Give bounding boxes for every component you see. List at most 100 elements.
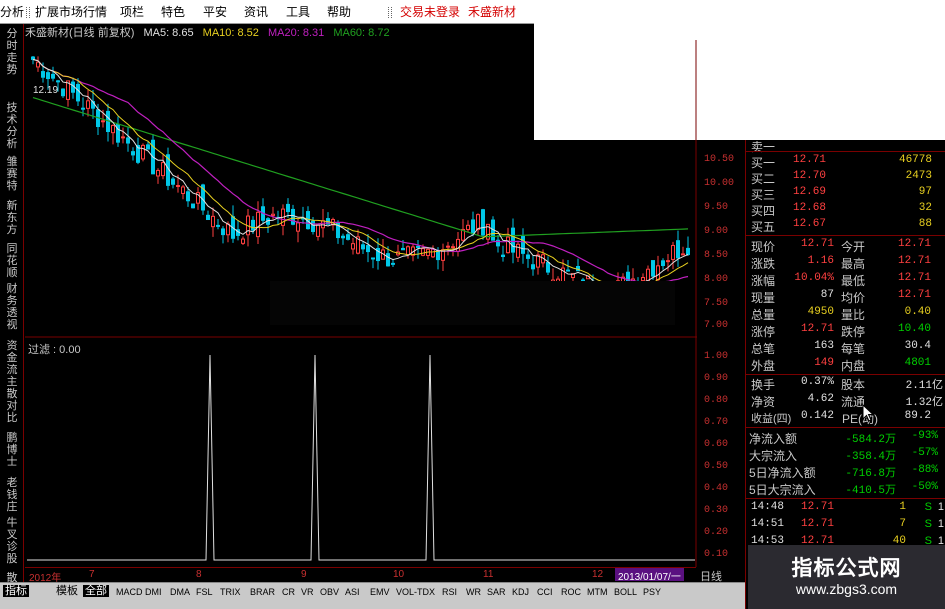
candle-body [86, 100, 90, 109]
indicator-axis-label: 0.90 [704, 373, 729, 384]
candle-body [121, 136, 125, 139]
flow-label: 5日大宗流入 [749, 483, 816, 497]
bid-label: 买四 [751, 204, 776, 218]
fund-row: 收益(四) 0.142 PE(动) 89.2 [746, 410, 945, 426]
tab-fundflow[interactable]: 资金流 [3, 340, 21, 376]
tab-vol-tdx[interactable]: VOL-TDX [396, 586, 435, 598]
tab-timeshare[interactable]: 分时走势 [3, 28, 21, 76]
tab-trix[interactable]: TRIX [220, 586, 241, 598]
stat-label: 现价 [751, 240, 776, 254]
candle-body [451, 246, 455, 249]
tab-obv[interactable]: OBV [320, 586, 339, 598]
left-tab-strip: 分时走势 技术分析 雏赛特 新东方 同花顺 财务透视 资金流 主散对比 鹏博士 … [0, 24, 24, 609]
menu-item-help[interactable]: 帮助 [327, 5, 351, 19]
tab-sar[interactable]: SAR [487, 586, 506, 598]
tab-technical[interactable]: 技术分析 [3, 102, 21, 150]
bid-price: 12.68 [792, 202, 826, 214]
candle-body [446, 245, 450, 248]
date-label: 11 [483, 569, 494, 580]
menu-item-ext-market[interactable]: 扩展市场行情 [35, 5, 107, 19]
tab-brar[interactable]: BRAR [250, 586, 275, 598]
tab-custom-1[interactable]: 雏赛特 [3, 156, 21, 192]
ma10-legend: MA10: 8.52 [202, 27, 259, 39]
menu-item-pingan[interactable]: 平安 [203, 5, 227, 19]
price-axis-label: 8.00 [704, 274, 729, 285]
flow-label: 5日净流入额 [749, 466, 816, 480]
candle-body [656, 265, 660, 281]
menu-item-analysis[interactable]: 分析 [0, 5, 24, 19]
tab-wr[interactable]: WR [466, 586, 481, 598]
candle-body [101, 120, 105, 123]
tab-all[interactable]: 全部 [83, 585, 109, 597]
candle-body [226, 223, 230, 236]
candle-body [466, 224, 470, 231]
stat-label: 最低 [841, 274, 866, 288]
menu-item-tools[interactable]: 工具 [286, 5, 310, 19]
stock-name-link[interactable]: 禾盛新材 [468, 5, 516, 19]
candle-body [206, 214, 210, 221]
stat-value: 10.40 [897, 323, 931, 335]
fund-label: 换手 [751, 378, 776, 392]
tab-asi[interactable]: ASI [345, 586, 360, 598]
tab-boll[interactable]: BOLL [614, 586, 637, 598]
tab-macd[interactable]: MACD [116, 586, 143, 598]
tab-dmi[interactable]: DMI [145, 586, 162, 598]
tab-compare[interactable]: 主散对比 [3, 376, 21, 424]
ma60-legend: MA60: 8.72 [333, 27, 390, 39]
tab-template[interactable]: 模板 [56, 585, 78, 597]
tab-diagnosis[interactable]: 牛叉诊股 [3, 517, 21, 565]
tab-custom-4[interactable]: 老钱庄 [3, 477, 21, 513]
tab-vr[interactable]: VR [301, 586, 314, 598]
stat-label: 最高 [841, 257, 866, 271]
tab-emv[interactable]: EMV [370, 586, 390, 598]
bid-volume: 46778 [898, 154, 932, 166]
menu-bar: 分析 扩展市场行情 项栏 特色 平安 资讯 工具 帮助 交易未登录 禾盛新材 [0, 0, 534, 24]
candle-body [566, 269, 570, 272]
candle-body [216, 224, 220, 227]
stat-value: 30.4 [904, 340, 931, 352]
tab-finance[interactable]: 财务透视 [3, 283, 21, 331]
toolbar-grip [388, 7, 392, 18]
tick-time: 14:51 [751, 518, 785, 530]
tab-kdj[interactable]: KDJ [512, 586, 529, 598]
tab-custom-2[interactable]: 新东方 [3, 200, 21, 236]
tick-row: 14:48 12.71 1 S 1 [746, 501, 945, 517]
menu-item-column[interactable]: 项栏 [120, 5, 144, 19]
bid-volume: 32 [918, 202, 932, 214]
menu-item-featured[interactable]: 特色 [161, 5, 185, 19]
tab-cci[interactable]: CCI [537, 586, 553, 598]
tab-rsi[interactable]: RSI [442, 586, 457, 598]
stat-label: 量比 [841, 308, 866, 322]
fund-label: 收益(四) [751, 413, 792, 425]
indicator-axis-label: 0.30 [704, 505, 729, 516]
price-axis-label: 10.50 [704, 154, 735, 165]
tab-custom-3[interactable]: 鹏博士 [3, 432, 21, 468]
candle-body [131, 151, 135, 156]
flow-row: 大宗流入 -358.4万 -57% [746, 447, 945, 463]
indicator-axis-label: 0.70 [704, 417, 729, 428]
tab-ths[interactable]: 同花顺 [3, 243, 21, 279]
tab-indicator[interactable]: 指标 [3, 585, 29, 597]
trade-login-status[interactable]: 交易未登录 [400, 5, 460, 19]
tab-mtm[interactable]: MTM [587, 586, 608, 598]
divider [746, 151, 945, 152]
stat-value: 149 [814, 357, 834, 369]
tick-count: 1 [937, 501, 944, 513]
date-label: 7 [89, 569, 95, 580]
candle-body [221, 228, 225, 236]
tick-volume: 1 [899, 501, 906, 513]
tab-roc[interactable]: ROC [561, 586, 581, 598]
candle-body [126, 137, 130, 144]
menu-item-news[interactable]: 资讯 [244, 5, 268, 19]
tab-dma[interactable]: DMA [170, 586, 190, 598]
tab-psy[interactable]: PSY [643, 586, 661, 598]
tick-row: 14:51 12.71 7 S 1 [746, 518, 945, 534]
tick-volume: 7 [899, 518, 906, 530]
flow-percent: -57% [911, 447, 938, 459]
bid-row: 买五 12.67 88 [746, 218, 945, 234]
tab-cr[interactable]: CR [282, 586, 295, 598]
bid-price: 12.70 [792, 170, 826, 182]
flow-value: -358.4万 [845, 451, 896, 463]
bid-label: 买一 [751, 156, 776, 170]
tab-fsl[interactable]: FSL [196, 586, 213, 598]
